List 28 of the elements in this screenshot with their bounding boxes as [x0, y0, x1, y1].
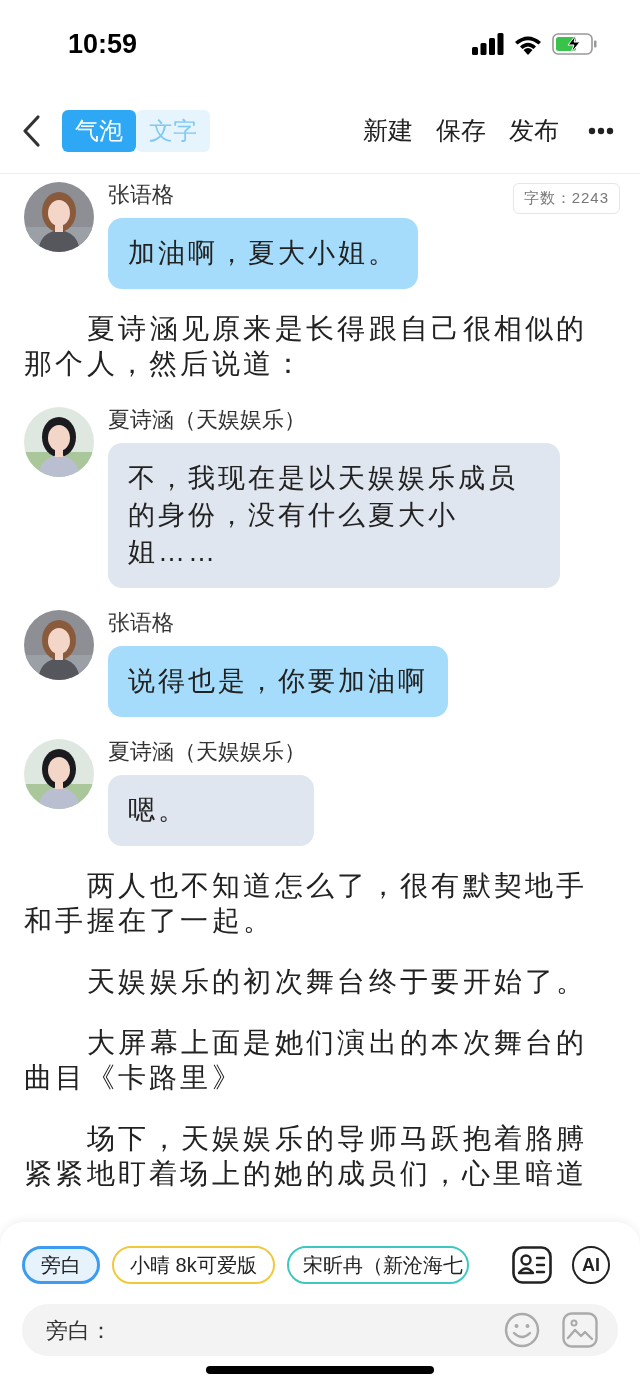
message-bubble: 说得也是，你要加油啊: [108, 646, 448, 717]
speaker-name: 张语格: [108, 182, 174, 208]
narration-paragraph: 天娱娱乐的初次舞台终于要开始了。: [86, 965, 589, 999]
nav-action[interactable]: 保存: [436, 111, 486, 150]
message-field[interactable]: 旁白：: [22, 1304, 618, 1356]
ai-button[interactable]: AI: [572, 1246, 610, 1284]
speaker-chip[interactable]: 宋昕冉（新沧海七: [286, 1246, 469, 1284]
contact-card-icon[interactable]: [512, 1246, 552, 1284]
battery-charging-icon: [552, 33, 598, 55]
message-input[interactable]: 旁白：: [46, 1313, 504, 1347]
speaker-chip[interactable]: 旁白: [22, 1246, 100, 1284]
narration-paragraph: 两人也不知道怎么了，很有默契地手和手握在了一起。: [24, 869, 589, 938]
message-bubble: 不，我现在是以天娱娱乐成员的身份，没有什么夏大小姐……: [108, 443, 560, 588]
speaker-name: 夏诗涵（天娱娱乐）: [108, 407, 306, 433]
nav-action[interactable]: 新建: [363, 111, 413, 150]
status-time: 10:59: [68, 27, 138, 61]
message-bubble: 嗯。: [108, 775, 314, 846]
more-icon[interactable]: [588, 126, 614, 135]
speaker-name: 夏诗涵（天娱娱乐）: [108, 739, 306, 765]
speaker-name: 张语格: [108, 610, 174, 636]
nav-action[interactable]: 发布: [509, 111, 559, 150]
narration-paragraph: 场下，天娱娱乐的导师马跃抱着胳膊紧紧地盯着场上的她的成员们，心里暗道: [24, 1122, 589, 1191]
speaker-chip[interactable]: 小晴 8k可爱版: [112, 1246, 275, 1284]
narration-paragraph: 夏诗涵见原来是长得跟自己很相似的那个人，然后说道：: [24, 312, 589, 381]
signal-icon: [472, 33, 504, 55]
message-bubble: 加油啊，夏大小姐。: [108, 218, 418, 289]
word-count-badge: 字数：2243: [512, 183, 620, 214]
narration-paragraph: 大屏幕上面是她们演出的本次舞台的曲目《卡路里》: [24, 1026, 589, 1095]
